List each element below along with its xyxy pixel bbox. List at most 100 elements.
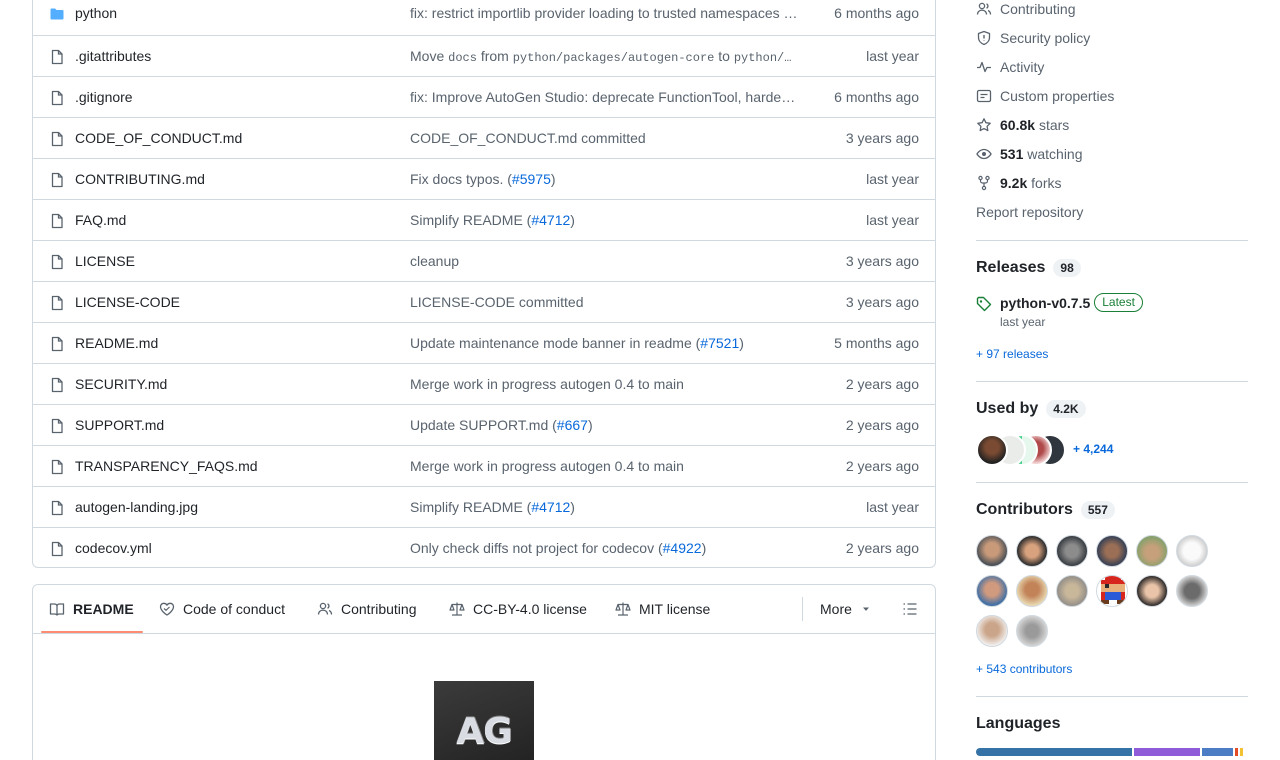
contributors-heading[interactable]: Contributors 557 [976,501,1115,519]
contributor-avatar[interactable] [976,575,1008,607]
commit-message[interactable]: Update maintenance mode banner in readme… [410,335,800,351]
commit-message[interactable]: fix: restrict importlib provider loading… [410,5,800,21]
commit-message[interactable]: Merge work in progress autogen 0.4 to ma… [410,458,800,474]
outline-button[interactable] [902,585,918,633]
commit-message[interactable]: Simplify README (#4712) [410,212,800,228]
commit-message[interactable]: Update SUPPORT.md (#667) [410,417,800,433]
language-segment [1235,748,1239,756]
commit-message-text: Merge work in progress autogen 0.4 to ma… [410,376,684,392]
file-row[interactable]: LICENSE-CODE LICENSE-CODE committed 3 year… [33,281,935,322]
file-row[interactable]: LICENSE cleanup 3 years ago [33,240,935,281]
contributor-avatar[interactable] [1176,535,1208,567]
file-name-link[interactable]: python [75,5,117,21]
file-name-link[interactable]: CONTRIBUTING.md [75,171,205,187]
contributing-link[interactable]: Contributing [976,1,1076,17]
custom-properties-link[interactable]: Custom properties [976,88,1114,104]
commit-message[interactable]: LICENSE-CODE committed [410,294,800,310]
file-row[interactable]: .gitattributes Move docs from python/pack… [33,35,935,76]
file-row[interactable]: README.md Update maintenance mode banner … [33,322,935,363]
file-name-link[interactable]: README.md [75,335,158,351]
commit-time: 3 years ago [845,253,919,269]
file-row[interactable]: FAQ.md Simplify README (#4712) last year [33,199,935,240]
file-name-link[interactable]: codecov.yml [75,540,152,556]
release-time: last year [1000,315,1046,329]
file-name-link[interactable]: SECURITY.md [75,376,167,392]
contributor-avatar[interactable] [976,615,1008,647]
used-by-avatar[interactable] [976,434,1008,466]
commit-message[interactable]: Simplify README (#4712) [410,499,800,515]
used-by-more-link[interactable]: + 4,244 [1073,442,1113,456]
custom-properties-label: Custom properties [1000,88,1115,104]
contributor-avatar[interactable] [1136,535,1168,567]
commit-message[interactable]: Merge work in progress autogen 0.4 to ma… [410,376,800,392]
more-releases-link[interactable]: + 97 releases [976,347,1048,361]
file-name-link[interactable]: .gitignore [75,89,133,105]
stars-link[interactable]: 60.8k stars [976,117,1069,133]
file-row[interactable]: CONTRIBUTING.md Fix docs typos. (#5975) la… [33,158,935,199]
pull-request-link[interactable]: #4712 [531,499,570,515]
releases-heading[interactable]: Releases 98 [976,259,1081,277]
watching-link[interactable]: 531 watching [976,146,1083,162]
contributor-avatar[interactable] [1096,575,1128,607]
file-name-link[interactable]: TRANSPARENCY_FAQS.md [75,458,258,474]
sidebar-divider [976,240,1248,241]
security-policy-link[interactable]: Security policy [976,30,1090,46]
file-name-link[interactable]: autogen-landing.jpg [75,499,198,515]
file-name-link[interactable]: LICENSE [75,253,135,269]
file-name-link[interactable]: CODE_OF_CONDUCT.md [75,130,242,146]
file-row[interactable]: TRANSPARENCY_FAQS.md Merge work in progre… [33,445,935,486]
contributor-avatar[interactable] [1136,575,1168,607]
tab-cc-license[interactable]: CC-BY-4.0 license [449,585,587,633]
pull-request-link[interactable]: #5975 [512,171,551,187]
contributor-avatar[interactable] [1056,535,1088,567]
contributor-avatar[interactable] [1016,575,1048,607]
pull-request-link[interactable]: #667 [557,417,588,433]
tab-mit-license[interactable]: MIT license [615,585,710,633]
file-icon [51,500,63,516]
file-name-link[interactable]: FAQ.md [75,212,126,228]
report-repository-link[interactable]: Report repository [976,204,1083,220]
commit-message[interactable]: Only check diffs not project for codecov… [410,540,800,556]
contributor-avatar[interactable] [1016,535,1048,567]
tab-contributing[interactable]: Contributing [317,585,417,633]
contributor-avatar[interactable] [1056,575,1088,607]
commit-message[interactable]: fix: Improve AutoGen Studio: deprecate F… [410,89,800,105]
contributor-avatar[interactable] [1016,615,1048,647]
file-row[interactable]: SUPPORT.md Update SUPPORT.md (#667) 2 year… [33,404,935,445]
used-by-count-badge: 4.2K [1046,400,1086,418]
commit-message[interactable]: CODE_OF_CONDUCT.md committed [410,130,800,146]
file-row[interactable]: autogen-landing.jpg Simplify README (#471… [33,486,935,527]
tab-code-of-conduct[interactable]: Code of conduct [159,585,285,633]
commit-message-text: cleanup [410,253,460,269]
latest-release-link[interactable]: python-v0.7.5 Latest last year [976,293,1143,329]
stars-label: stars [1038,117,1070,133]
commit-message[interactable]: Move docs from python/packages/autogen-c… [410,48,800,65]
contributor-avatar[interactable] [1096,535,1128,567]
commit-message[interactable]: Fix docs typos. (#5975) [410,171,800,187]
code-of-conduct-icon [159,602,175,616]
sidebar-divider [976,381,1248,382]
file-row[interactable]: CODE_OF_CONDUCT.md CODE_OF_CONDUCT.md com… [33,117,935,158]
used-by-heading[interactable]: Used by 4.2K [976,400,1086,418]
more-contributors-link[interactable]: + 543 contributors [976,662,1072,676]
releases-title: Releases [976,259,1046,276]
file-row[interactable]: SECURITY.md Merge work in progress autoge… [33,363,935,404]
commit-time: 2 years ago [845,540,919,556]
contributor-avatar[interactable] [976,535,1008,567]
tab-readme[interactable]: README [49,585,134,633]
file-name-link[interactable]: LICENSE-CODE [75,294,180,310]
activity-link[interactable]: Activity [976,59,1044,75]
file-row[interactable]: codecov.yml Only check diffs not project … [33,527,935,568]
file-row[interactable]: python fix: restrict importlib provider l… [33,0,935,35]
file-row[interactable]: .gitignore fix: Improve AutoGen Studio: d… [33,76,935,117]
forks-link[interactable]: 9.2k forks [976,175,1061,191]
commit-message[interactable]: cleanup [410,253,800,269]
autogen-logo-image: AG [434,681,534,760]
contributor-avatar[interactable] [1176,575,1208,607]
pull-request-link[interactable]: #4712 [531,212,570,228]
more-tabs-button[interactable]: More [820,585,872,633]
file-name-link[interactable]: .gitattributes [75,48,151,64]
pull-request-link[interactable]: #4922 [663,540,702,556]
file-name-link[interactable]: SUPPORT.md [75,417,164,433]
pull-request-link[interactable]: #7521 [700,335,739,351]
